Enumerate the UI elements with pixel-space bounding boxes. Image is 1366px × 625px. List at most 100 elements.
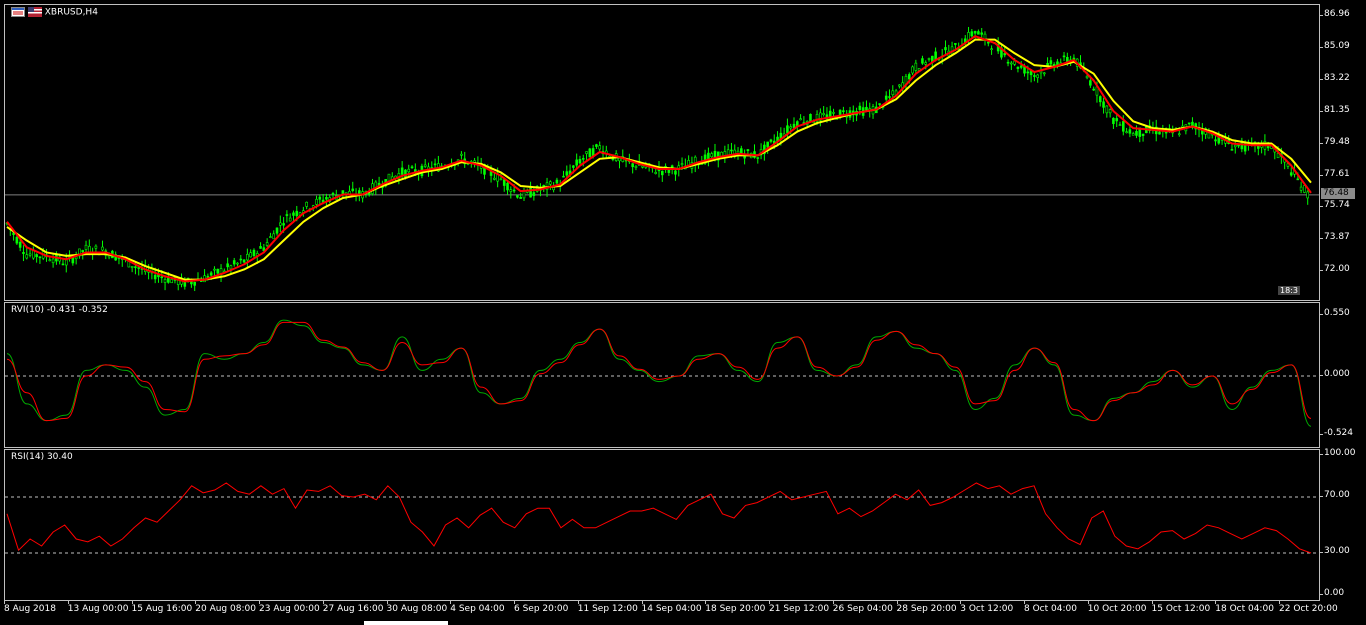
candle-body (74, 256, 78, 260)
candle-body (970, 31, 974, 37)
price-scale[interactable]: 86.96 85.09 83.22 81.35 79.48 77.61 75.74 73.87… (1320, 4, 1366, 301)
price-tick-label: 75.74 (1324, 200, 1350, 211)
candle-body (295, 210, 299, 217)
rsi-tick-label: 70.00 (1324, 490, 1350, 500)
rvi-tick-label: 0.000 (1324, 369, 1350, 379)
candle-body (137, 267, 141, 269)
candle-body (282, 223, 285, 226)
candle-body (81, 250, 85, 253)
candle-body (51, 258, 55, 264)
candle-body (48, 259, 52, 262)
candle-body (160, 276, 164, 279)
price-tick-label: 86.96 (1324, 9, 1350, 20)
candle-body (884, 95, 888, 100)
candle-body (28, 253, 32, 256)
rsi-panel[interactable]: RSI(14) 30.40 (4, 449, 1320, 601)
candle-body (572, 165, 575, 168)
candle-body (265, 242, 269, 246)
candle-body (878, 103, 881, 105)
candle-body (331, 193, 335, 195)
price-chart-svg (5, 26, 1319, 292)
candle-body (1098, 96, 1102, 103)
candle-body (911, 66, 914, 74)
candle-body (832, 112, 835, 114)
candle-body (272, 233, 276, 240)
time-tick-label: 26 Sep 04:00 (832, 604, 893, 614)
time-tick-label: 4 Sep 04:00 (450, 604, 505, 614)
candle-body (1296, 178, 1300, 181)
candle-body (407, 168, 411, 173)
candle-body (555, 179, 559, 184)
scale-tick (1320, 270, 1323, 272)
rvi-chart-svg (5, 319, 1319, 427)
candle-body (990, 48, 993, 51)
candle-body (1177, 133, 1181, 136)
candle-body (1158, 131, 1161, 135)
candle-body (1019, 65, 1023, 68)
candle-body (1207, 132, 1211, 139)
rvi-scale: 0.550 0.000 -0.524 (1320, 302, 1366, 448)
candle-body (25, 254, 29, 259)
candle-body (740, 148, 743, 154)
candle-body (532, 192, 536, 196)
rvi-main-line (6, 319, 1312, 427)
candle-body (15, 236, 19, 244)
price-tick-label: 72.00 (1324, 264, 1350, 275)
candle-body (575, 159, 578, 166)
time-tick-label: 11 Sep 12:00 (577, 604, 638, 614)
candle-body (789, 126, 793, 129)
candle-body (64, 259, 68, 266)
candle-body (509, 189, 513, 192)
current-price-label: 76.48 (1321, 187, 1355, 199)
candle-body (986, 41, 990, 44)
candle-body (707, 152, 710, 160)
chart-window: XBRUSD,H4 18:3 86.96 85.09 83.22 81.35 79.48… (0, 0, 1366, 625)
candle-body (980, 32, 984, 35)
time-tick-label: 3 Oct 12:00 (960, 604, 1014, 614)
price-panel[interactable]: XBRUSD,H4 18:3 (4, 4, 1320, 301)
time-tick-label: 18 Oct 04:00 (1215, 604, 1274, 614)
candle-body (318, 196, 322, 200)
candle-body (292, 212, 295, 216)
time-axis[interactable]: 8 Aug 2018 13 Aug 00:00 15 Aug 16:00 20 Aug… (0, 601, 1366, 625)
price-tick-label: 73.87 (1324, 232, 1350, 243)
candle-body (634, 165, 638, 168)
rvi-tick-label: -0.524 (1324, 427, 1354, 438)
candle-body (769, 139, 773, 142)
candle-body (924, 62, 928, 65)
candle-body (746, 149, 750, 151)
candle-body (588, 148, 592, 158)
time-tick-label: 15 Aug 16:00 (131, 604, 193, 614)
rvi-panel[interactable]: RVI(10) -0.431 -0.352 (4, 302, 1320, 448)
candle-body (888, 96, 891, 98)
candle-body (680, 163, 684, 165)
scale-tick (1320, 206, 1323, 208)
candle-body (1010, 62, 1013, 65)
candle-body (1306, 191, 1310, 199)
rvi-tick-label: 0.550 (1324, 307, 1350, 318)
candle-body (1042, 72, 1046, 75)
time-tick-label: 8 Aug 2018 (4, 604, 56, 614)
candle-body (285, 214, 289, 216)
candle-body (858, 105, 862, 110)
candle-body (1006, 61, 1010, 64)
candle-body (499, 178, 503, 181)
candle-body (542, 184, 546, 187)
candle-body (216, 268, 220, 274)
price-tick-label: 81.35 (1324, 104, 1350, 115)
candle-body (351, 188, 355, 191)
scale-tick (1320, 110, 1323, 112)
candle-body (927, 58, 931, 60)
scale-tick (1320, 174, 1323, 176)
corner-label: 18:3 (1278, 286, 1300, 295)
price-tick-label: 83.22 (1324, 73, 1350, 84)
rvi-signal-line (6, 321, 1312, 422)
time-tick-label: 8 Oct 04:00 (1024, 604, 1077, 614)
candle-body (242, 259, 246, 263)
candle-body (239, 258, 243, 261)
time-tick-label: 28 Sep 20:00 (896, 604, 957, 614)
price-tick-label: 79.48 (1324, 136, 1350, 147)
candle-body (512, 189, 516, 192)
scroll-indicator[interactable] (364, 621, 448, 625)
candle-body (598, 145, 602, 150)
